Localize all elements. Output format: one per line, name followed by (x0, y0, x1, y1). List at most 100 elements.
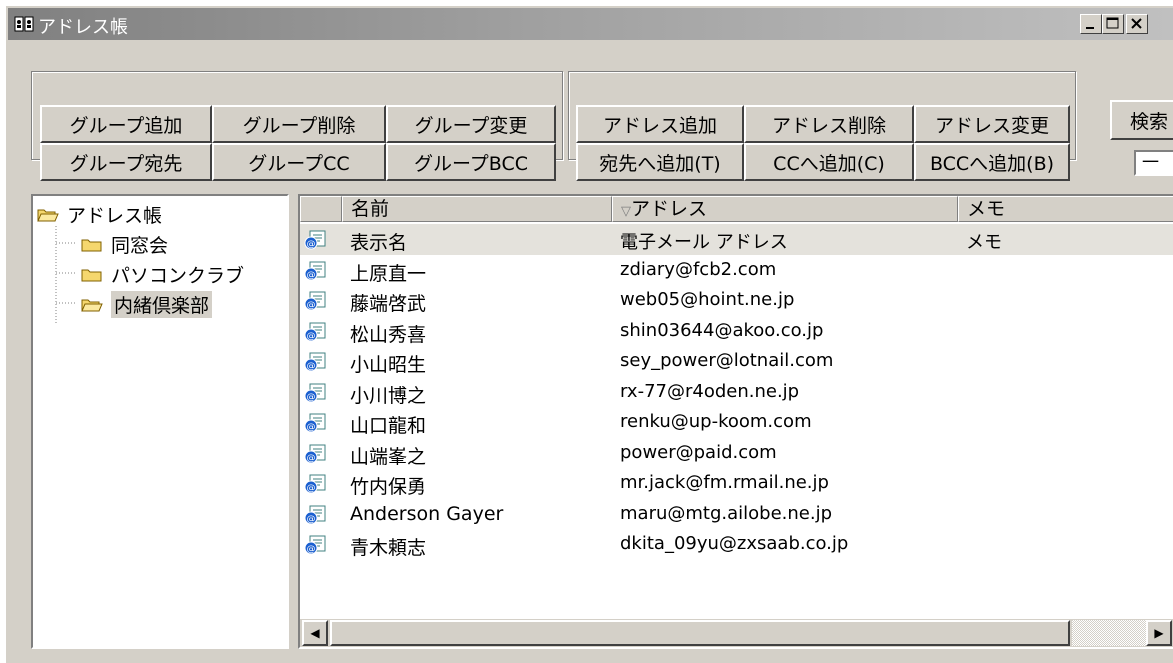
add-to-recipient-button[interactable]: 宛先へ追加(T) (576, 143, 744, 181)
tree-item-alumni[interactable]: 同窓会 (81, 230, 168, 258)
contact-address: mr.jack@fm.rmail.ne.jp (620, 472, 829, 493)
scroll-left-button[interactable]: ◀ (302, 620, 328, 646)
folder-icon (81, 236, 103, 252)
contact-address: maru@mtg.ailobe.ne.jp (620, 502, 833, 524)
title-bar[interactable]: アドレス帳 (8, 8, 1173, 40)
folder-tree[interactable]: アドレス帳 同窓会 パソコンクラブ 内緒倶楽部 (31, 194, 289, 649)
left-arrow-icon: ◀ (310, 626, 320, 640)
address-add-button[interactable]: アドレス追加 (576, 105, 744, 143)
svg-text:@: @ (307, 270, 316, 280)
group-change-button[interactable]: グループ変更 (386, 105, 556, 143)
tree-item-secret-club[interactable]: 内緒倶楽部 (81, 290, 213, 318)
group-bcc-label: グループBCC (413, 152, 529, 175)
contact-card-icon: @ (304, 474, 326, 494)
group-add-button[interactable]: グループ追加 (40, 105, 212, 143)
maximize-button[interactable] (1102, 14, 1124, 34)
group-add-label: グループ追加 (69, 114, 183, 137)
column-header-memo[interactable]: メモ (958, 196, 1173, 222)
contact-card-icon: @ (304, 413, 326, 433)
search-button[interactable]: 検索 (1110, 100, 1173, 140)
add-bcc-button[interactable]: BCCへ追加(B) (914, 143, 1070, 181)
group-bcc-button[interactable]: グループBCC (386, 143, 556, 181)
svg-text:@: @ (307, 453, 316, 463)
contact-card-icon: @ (304, 383, 326, 402)
contact-name: 藤端啓武 (350, 293, 427, 315)
address-delete-label: アドレス削除 (771, 114, 886, 137)
svg-text:@: @ (307, 240, 316, 250)
svg-text:@: @ (307, 484, 316, 494)
svg-text:@: @ (307, 362, 316, 372)
open-folder-icon (37, 206, 59, 222)
contact-address: power@paid.com (620, 441, 777, 463)
table-row[interactable]: @ 山口龍和 renku@up-koom.com (300, 407, 1173, 438)
contact-address: sey_power@lotnail.com (620, 350, 834, 371)
add-to-recipient-label: 宛先へ追加(T) (599, 152, 721, 175)
svg-text:@: @ (307, 331, 316, 341)
contact-memo: メモ (966, 232, 1002, 253)
contact-address: rx-77@r4oden.ne.jp (620, 380, 800, 402)
column-header-name[interactable]: 名前 (342, 196, 612, 222)
search-field-value: 一 (1142, 153, 1159, 173)
minimize-button[interactable] (1080, 14, 1102, 34)
scroll-track[interactable] (1072, 620, 1146, 646)
open-folder-icon (81, 296, 103, 312)
contact-address: shin03644@akoo.co.jp (620, 319, 824, 341)
table-row[interactable]: @ 松山秀喜 shin03644@akoo.co.jp (300, 316, 1173, 347)
table-row[interactable]: @ 小川博之 rx-77@r4oden.ne.jp (300, 377, 1173, 408)
svg-text:@: @ (307, 423, 316, 433)
table-row[interactable]: @ 青木頼志 dkita_09yu@zxsaab.co.jp (300, 529, 1173, 560)
address-add-label: アドレス追加 (602, 114, 717, 137)
tree-root-label: アドレス帳 (67, 204, 163, 227)
contact-name: 松山秀喜 (350, 323, 427, 346)
close-button[interactable] (1126, 14, 1148, 34)
scroll-right-button[interactable]: ▶ (1146, 620, 1172, 646)
group-change-label: グループ変更 (414, 114, 528, 137)
list-header-row[interactable]: @ 表示名 電子メール アドレス メモ (300, 224, 1173, 255)
table-row[interactable]: @ 上原直一 zdiary@fcb2.com (300, 255, 1173, 286)
column-header-icon[interactable] (300, 196, 342, 222)
group-cc-button[interactable]: グループCC (212, 143, 386, 181)
svg-text:@: @ (307, 392, 316, 402)
table-row[interactable]: @ 竹内保勇 mr.jack@fm.rmail.ne.jp (300, 468, 1173, 499)
svg-text:@: @ (307, 301, 316, 311)
contact-address: dkita_09yu@zxsaab.co.jp (620, 533, 849, 554)
contact-card-icon: @ (304, 291, 326, 311)
contact-card-icon: @ (304, 505, 326, 524)
horizontal-scrollbar[interactable]: ◀ ▶ (300, 619, 1173, 647)
table-row[interactable]: @ Anderson Gayer maru@mtg.ailobe.ne.jp (300, 499, 1173, 530)
tree-item-pc-club[interactable]: パソコンクラブ (81, 260, 244, 288)
tree-item-label: 同窓会 (111, 234, 169, 257)
column-header-address[interactable]: ▽アドレス (612, 196, 958, 222)
group-delete-button[interactable]: グループ削除 (212, 105, 386, 143)
contact-name: 山口龍和 (350, 415, 427, 437)
table-row[interactable]: @ 藤端啓武 web05@hoint.ne.jp (300, 285, 1173, 316)
sort-down-icon: ▽ (621, 204, 631, 219)
table-row[interactable]: @ 山端峯之 power@paid.com (300, 438, 1173, 469)
address-list[interactable]: 名前 ▽アドレス メモ @ 表示名 電子メール アドレス メモ @ 上原直一 zdiary@… (298, 194, 1173, 649)
contact-name: 上原直一 (350, 262, 427, 285)
contact-card-icon: @ (304, 535, 326, 555)
add-cc-button[interactable]: CCへ追加(C) (744, 143, 914, 181)
group-delete-label: グループ削除 (242, 114, 356, 137)
address-change-button[interactable]: アドレス変更 (914, 105, 1070, 143)
address-delete-button[interactable]: アドレス削除 (744, 105, 914, 143)
add-bcc-label: BCCへ追加(B) (929, 152, 1055, 175)
address-change-label: アドレス変更 (934, 114, 1049, 137)
column-header-address-label: アドレス (631, 198, 708, 220)
svg-text:@: @ (307, 514, 316, 524)
search-field[interactable]: 一 (1134, 150, 1173, 176)
scroll-thumb[interactable] (330, 620, 1070, 646)
column-header-memo-label: メモ (967, 198, 1006, 220)
contact-name: 表示名 (350, 232, 408, 254)
contact-card-icon: @ (304, 230, 326, 250)
tree-root[interactable]: アドレス帳 (37, 200, 162, 228)
svg-text:@: @ (307, 545, 316, 555)
folder-icon (81, 266, 103, 282)
list-rows: @ 表示名 電子メール アドレス メモ @ 上原直一 zdiary@fcb2.com @ 藤端啓… (300, 224, 1173, 594)
table-row[interactable]: @ 小山昭生 sey_power@lotnail.com (300, 346, 1173, 377)
address-book-icon (14, 16, 34, 32)
group-to-button[interactable]: グループ宛先 (40, 143, 212, 181)
window-title: アドレス帳 (38, 17, 128, 38)
contact-name: 竹内保勇 (350, 476, 427, 498)
group-cc-label: グループCC (248, 152, 350, 175)
